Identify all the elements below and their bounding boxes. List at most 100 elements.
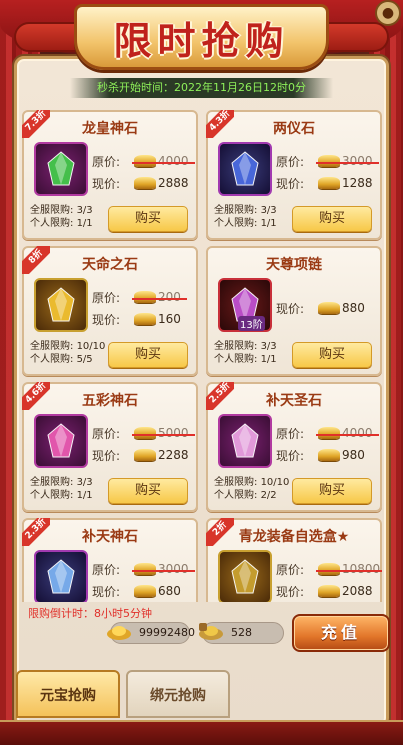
original-price: 3000 (132, 562, 195, 576)
strikethrough (316, 570, 382, 572)
strikethrough (132, 162, 195, 164)
personal-limit-label: 个人限购: (214, 354, 258, 365)
current-price-label: 现价: (276, 448, 305, 463)
original-price: 4000 (132, 154, 195, 168)
rainbow-crystal-icon[interactable] (34, 414, 88, 468)
buy-button[interactable]: 购买 (292, 342, 372, 368)
item-grid: 7.3折 龙皇神石 原价: 4000 现价: 2888 全服限购: 3/3 个人… (22, 110, 382, 602)
original-price-row: 原价: 3000 (92, 560, 195, 578)
tab-bound-yuanbao-sale[interactable]: 绑元抢购 (126, 670, 230, 718)
ingot-icon (134, 585, 156, 597)
current-price-row: 现价: 1288 (276, 174, 373, 192)
original-price: 5000 (132, 426, 195, 440)
ingot-icon (134, 313, 156, 325)
original-price-label: 原价: (276, 562, 305, 577)
personal-limit-label: 个人限购: (30, 354, 74, 365)
purchase-limits: 全服限购: 10/10 个人限购: 2/2 (214, 476, 289, 502)
locked-ingot-icon (197, 621, 225, 641)
current-price-row: 现价: 2088 (276, 582, 373, 600)
page-title: 限时抢购 (113, 18, 290, 63)
current-price: 680 (158, 584, 181, 598)
current-price-label: 现价: (92, 312, 121, 327)
item-card: 7.3折 龙皇神石 原价: 4000 现价: 2888 全服限购: 3/3 个人… (22, 110, 198, 240)
ingot-icon (134, 177, 156, 189)
original-price-row: 原价: 4000 (92, 152, 195, 170)
item-card: 8折 天命之石 原价: 200 现价: 160 全服限购: 10/10 个人限购… (22, 246, 198, 376)
current-price: 880 (342, 301, 365, 315)
tab-yuanbao-sale[interactable]: 元宝抢购 (16, 670, 120, 718)
gold-ingot-icon (105, 621, 133, 641)
personal-limit-label: 个人限购: (30, 218, 74, 229)
original-price-row: 原价: 10800 (276, 560, 382, 578)
personal-limit-value: 5/5 (76, 354, 93, 365)
bound-gold-amount: 528 (231, 626, 252, 639)
current-price-label: 现价: (92, 176, 121, 191)
current-price-row: 现价: 680 (92, 582, 181, 600)
item-name: 补天圣石 (266, 393, 322, 409)
current-price-row: 现价: 160 (92, 310, 181, 328)
golden-shard-icon[interactable] (34, 278, 88, 332)
server-limit-label: 全服限购: (30, 341, 74, 352)
strikethrough (132, 298, 187, 300)
dragon-box-icon[interactable] (218, 550, 272, 602)
sale-start-time: 秒杀开始时间：2022年11月26日12时0分 (70, 78, 333, 98)
buy-button[interactable]: 购买 (292, 478, 372, 504)
original-price-label: 原价: (92, 562, 121, 577)
personal-limit-value: 1/1 (76, 218, 93, 229)
current-price-label: 现价: (92, 448, 121, 463)
purchase-limits: 全服限购: 10/10 个人限购: 5/5 (30, 340, 105, 366)
recharge-button[interactable]: 充值 (292, 614, 390, 652)
gold-balance: 99992480 (107, 622, 195, 644)
personal-limit-value: 1/1 (260, 354, 277, 365)
item-name: 两仪石 (273, 121, 315, 137)
current-price: 2088 (342, 584, 373, 598)
bottom-bar (0, 720, 403, 745)
item-name: 龙皇神石 (82, 121, 138, 137)
original-price-row: 原价: 5000 (92, 424, 195, 442)
gold-amount: 99992480 (139, 626, 195, 639)
current-price-label: 现价: (276, 176, 305, 191)
server-limit-value: 3/3 (260, 341, 277, 352)
yin-yang-stone-icon[interactable] (218, 142, 272, 196)
buy-button[interactable]: 购买 (108, 478, 188, 504)
original-price: 200 (132, 290, 187, 304)
personal-limit-value: 1/1 (76, 490, 93, 501)
item-card: 2.5折 补天圣石 原价: 4000 现价: 980 全服限购: 10/10 个… (206, 382, 382, 512)
ingot-icon (134, 449, 156, 461)
strikethrough (132, 434, 195, 436)
item-card: 2.3折 补天神石 原价: 3000 现价: 680 (22, 518, 198, 602)
ingot-icon (134, 427, 156, 439)
original-price-label: 原价: (276, 426, 305, 441)
item-name: 青龙装备自选盒★ (238, 529, 350, 545)
green-crystal-icon[interactable] (34, 142, 88, 196)
ingot-icon (318, 155, 340, 167)
server-limit-value: 3/3 (260, 205, 277, 216)
ingot-icon (134, 563, 156, 575)
item-name: 天尊项链 (266, 257, 322, 273)
strikethrough (316, 162, 379, 164)
server-limit-value: 3/3 (76, 205, 93, 216)
buy-button[interactable]: 购买 (108, 342, 188, 368)
current-price: 160 (158, 312, 181, 326)
pink-stone-icon[interactable] (218, 414, 272, 468)
original-price-label: 原价: (92, 426, 121, 441)
server-limit-label: 全服限购: (214, 205, 258, 216)
purchase-limits: 全服限购: 3/3 个人限购: 1/1 (214, 340, 277, 366)
server-limit-label: 全服限购: (30, 477, 74, 488)
current-price-row: 现价: 880 (276, 299, 365, 317)
item-card: 天尊项链 13阶 现价: 880 全服限购: 3/3 个人限购: 1/1 购买 (206, 246, 382, 376)
ingot-icon (134, 291, 156, 303)
strikethrough (316, 434, 379, 436)
original-price: 10800 (316, 562, 382, 576)
item-name: 天命之石 (82, 257, 138, 273)
buy-button[interactable]: 购买 (108, 206, 188, 232)
ingot-icon (318, 427, 340, 439)
title-wing-right (319, 22, 389, 52)
necklace-icon[interactable]: 13阶 (218, 278, 272, 332)
blue-crystal-icon[interactable] (34, 550, 88, 602)
ingot-icon (134, 155, 156, 167)
buy-button[interactable]: 购买 (292, 206, 372, 232)
item-card: 4.3折 两仪石 原价: 3000 现价: 1288 全服限购: 3/3 个人限… (206, 110, 382, 240)
server-limit-value: 3/3 (76, 477, 93, 488)
original-price-label: 原价: (92, 154, 121, 169)
